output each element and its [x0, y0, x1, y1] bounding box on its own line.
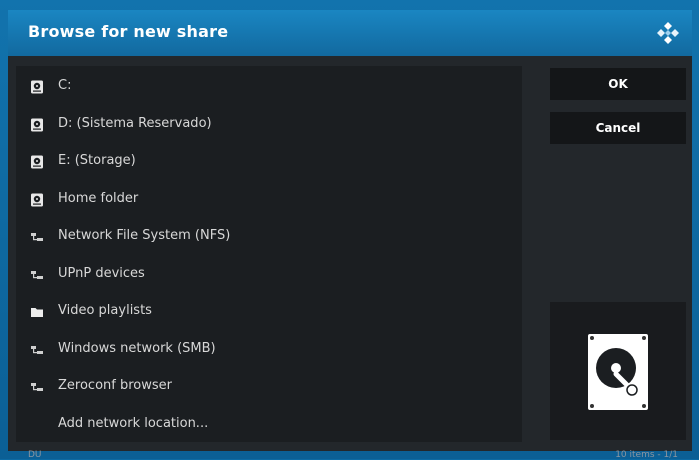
list-item[interactable]: Zeroconf browser	[16, 368, 522, 405]
list-item[interactable]: E: (Storage)	[16, 143, 522, 180]
drive-icon	[30, 192, 44, 206]
drive-icon	[30, 117, 44, 131]
network-icon	[30, 342, 44, 356]
hard-drive-icon	[588, 334, 648, 410]
list-item[interactable]: Home folder	[16, 181, 522, 218]
folder-icon	[30, 304, 44, 318]
source-list: C: D: (Sistema Reservado) E: (Storage) Home…	[16, 66, 522, 442]
drive-icon	[30, 79, 44, 94]
list-item[interactable]: Add network location...	[16, 406, 522, 443]
app-background: Browse for new share C: D: (Sistema Reser…	[0, 0, 699, 460]
drive-icon	[30, 154, 44, 169]
list-item-label: Windows network (SMB)	[58, 340, 216, 356]
list-item[interactable]: Network File System (NFS)	[16, 218, 522, 255]
list-item-label: UPnP devices	[58, 265, 145, 281]
network-icon	[30, 229, 44, 243]
list-item[interactable]: Windows network (SMB)	[16, 331, 522, 368]
list-item-label: E: (Storage)	[58, 153, 136, 168]
list-item[interactable]: UPnP devices	[16, 256, 522, 293]
list-item-label: Video playlists	[58, 303, 152, 318]
cancel-button[interactable]: Cancel	[550, 112, 686, 144]
list-item-label: D: (Sistema Reservado)	[58, 115, 212, 131]
network-icon	[30, 267, 44, 281]
list-item[interactable]: Video playlists	[16, 293, 522, 330]
browse-dialog: Browse for new share C: D: (Sistema Reser…	[8, 10, 692, 460]
list-item-label: Home folder	[58, 190, 139, 206]
dialog-title: Browse for new share	[28, 22, 229, 41]
list-item-label: C:	[58, 78, 72, 93]
network-icon	[30, 379, 44, 393]
dialog-title-bar: Browse for new share	[8, 10, 692, 56]
list-item-label: Network File System (NFS)	[58, 228, 231, 243]
list-item[interactable]: C:	[16, 68, 522, 105]
list-item-label: Add network location...	[58, 415, 209, 431]
ok-button[interactable]: OK	[550, 68, 686, 100]
list-item[interactable]: D: (Sistema Reservado)	[16, 106, 522, 143]
kodi-logo-icon	[657, 22, 679, 44]
list-item-label: Zeroconf browser	[58, 378, 172, 393]
source-thumbnail	[550, 302, 686, 440]
